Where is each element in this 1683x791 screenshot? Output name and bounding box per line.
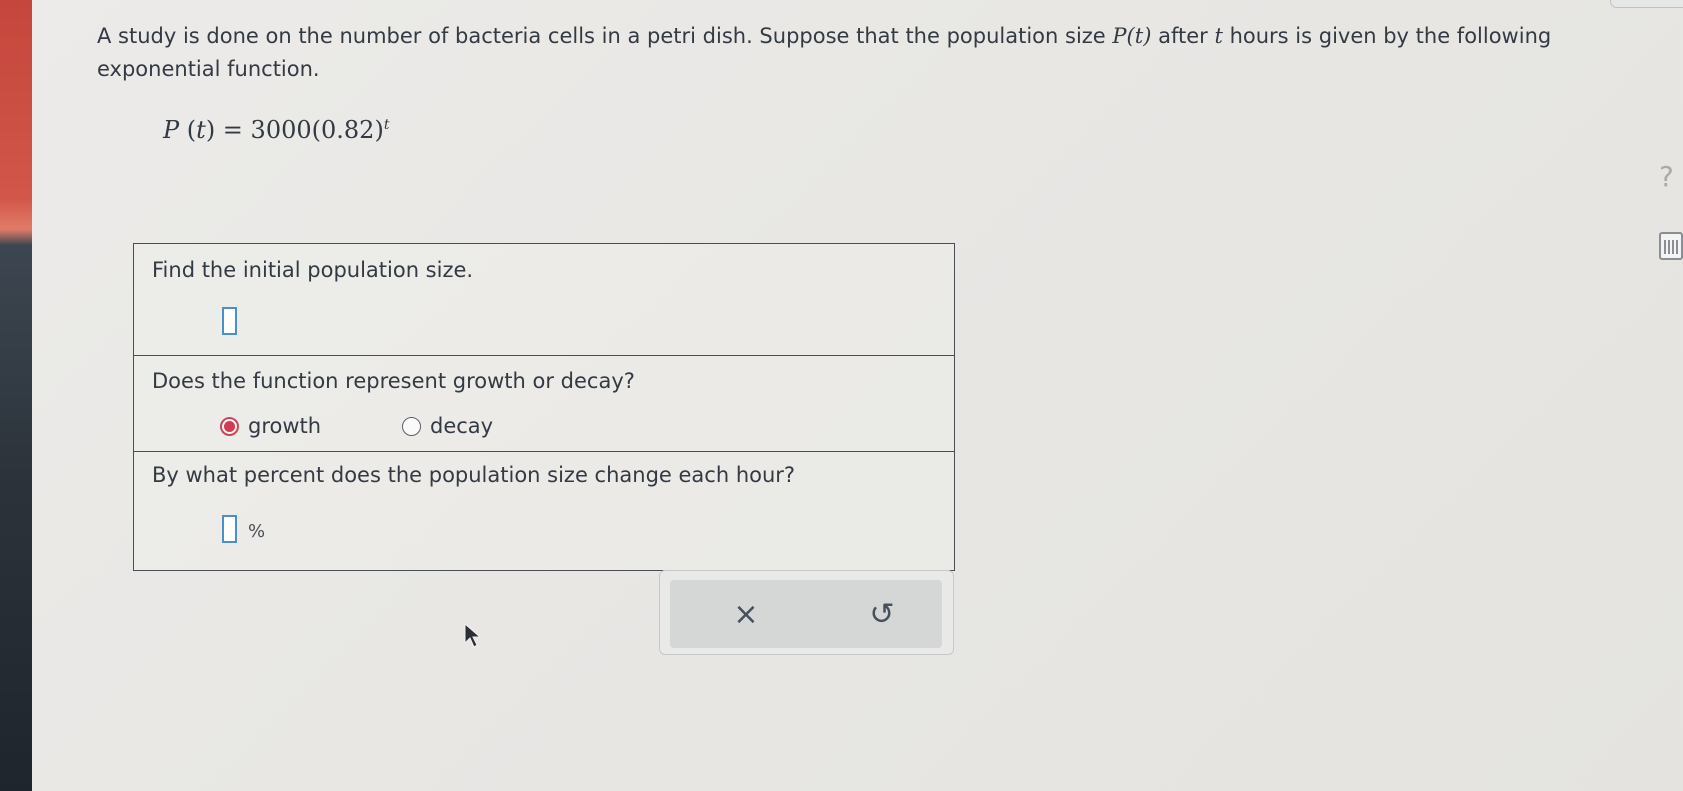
decay-label: decay [430,414,494,438]
initial-population-input[interactable] [222,307,237,335]
question-text: By what percent does the population size… [152,463,796,487]
problem-statement: A study is done on the number of bacteri… [97,24,1552,81]
top-corner-button[interactable] [1610,0,1683,8]
growth-label: growth [248,414,322,438]
percent-change-input[interactable] [222,515,237,543]
mouse-cursor-icon [464,623,482,648]
question-percent-change: By what percent does the population size… [134,451,954,570]
decay-option[interactable]: decay [402,414,493,438]
growth-option[interactable]: growth [220,414,321,438]
help-icon[interactable]: ? [1659,160,1674,193]
clear-button[interactable]: × [726,594,766,634]
question-growth-decay: Does the function represent growth or de… [134,355,954,452]
radio-unselected-icon[interactable] [402,416,421,436]
background-edge [0,0,32,791]
question-initial-population: Find the initial population size. [134,244,954,356]
calculator-icon[interactable] [1659,232,1683,260]
question-text: Find the initial population size. [152,258,474,282]
action-panel: × ↺ [659,570,954,655]
exponential-formula: P (t) = 3000(0.82)t [163,116,390,144]
question-panel: Find the initial population size. Does t… [133,243,955,571]
question-text: Does the function represent growth or de… [152,369,635,393]
undo-button[interactable]: ↺ [862,594,902,634]
radio-selected-icon[interactable] [220,416,239,436]
percent-unit: % [248,521,266,542]
function-name: P [1112,24,1127,48]
